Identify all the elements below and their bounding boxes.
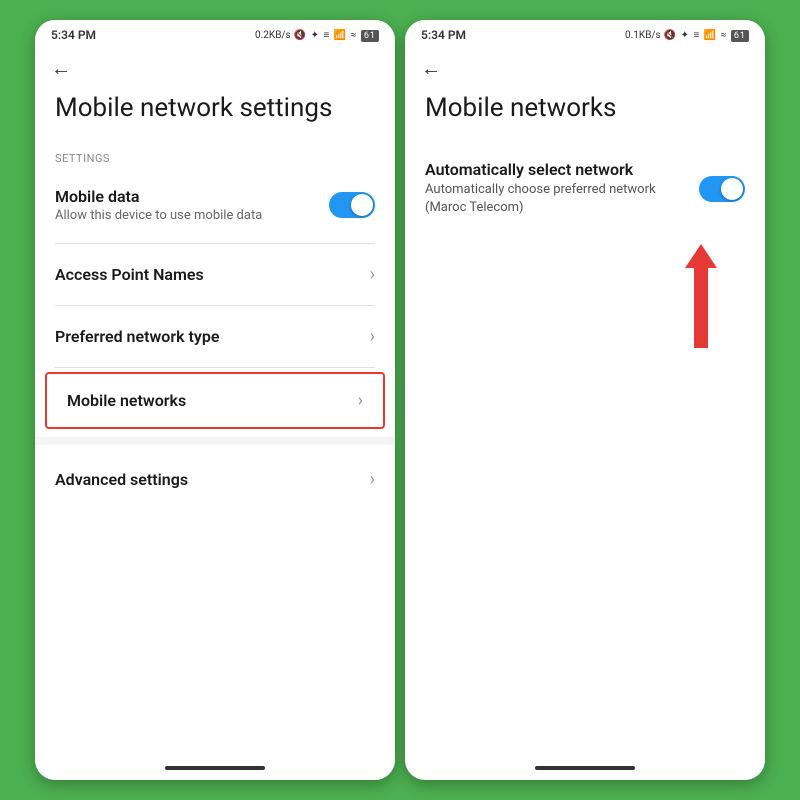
advanced-settings-title: Advanced settings (55, 470, 370, 489)
mobile-data-subtitle: Allow this device to use mobile data (55, 208, 329, 223)
red-arrow-up (685, 244, 717, 348)
access-point-names-chevron: › (370, 264, 375, 285)
mobile-networks-highlight-box: Mobile networks › (45, 372, 385, 429)
right-status-time: 5:34 PM (421, 28, 466, 42)
mobile-data-toggle[interactable] (329, 192, 375, 218)
left-status-bar: 5:34 PM 0.2KB/s 🔇 ✦ ≡ 📶 ≈ 61 (35, 20, 395, 46)
right-signal-icons: 🔇 ✦ ≡ 📶 ≈ 61 (664, 30, 749, 41)
arrow-container (405, 234, 765, 348)
preferred-network-type-title: Preferred network type (55, 327, 370, 346)
left-home-indicator (165, 766, 265, 770)
preferred-network-type-content: Preferred network type (55, 327, 370, 346)
mobile-data-content: Mobile data Allow this device to use mob… (55, 187, 329, 223)
mobile-networks-item[interactable]: Mobile networks › (47, 374, 383, 427)
divider-3 (55, 367, 375, 368)
preferred-network-type-item[interactable]: Preferred network type › (35, 310, 395, 363)
mobile-data-item[interactable]: Mobile data Allow this device to use mob… (35, 171, 395, 239)
access-point-names-content: Access Point Names (55, 265, 370, 284)
mobile-data-title: Mobile data (55, 187, 329, 206)
mobile-networks-chevron: › (358, 390, 363, 411)
advanced-settings-chevron: › (370, 469, 375, 490)
right-status-icons: 0.1KB/s 🔇 ✦ ≡ 📶 ≈ 61 (625, 30, 749, 41)
mobile-networks-title: Mobile networks (67, 391, 358, 410)
divider-1 (55, 243, 375, 244)
auto-select-network-toggle[interactable] (699, 176, 745, 202)
right-screen-title: Mobile networks (405, 85, 765, 144)
right-status-bar: 5:34 PM 0.1KB/s 🔇 ✦ ≡ 📶 ≈ 61 (405, 20, 765, 46)
left-status-time: 5:34 PM (51, 28, 96, 42)
auto-select-network-subtitle: Automatically choose preferred network (… (425, 181, 687, 217)
mobile-networks-content: Mobile networks (67, 391, 358, 410)
left-phone-screen: 5:34 PM 0.2KB/s 🔇 ✦ ≡ 📶 ≈ 61 ← Mobile ne… (35, 20, 395, 780)
advanced-settings-item[interactable]: Advanced settings › (35, 453, 395, 506)
left-back-button[interactable]: ← (35, 46, 395, 85)
left-signal-icons: 🔇 ✦ ≡ 📶 ≈ 61 (294, 30, 379, 41)
access-point-names-title: Access Point Names (55, 265, 370, 284)
access-point-names-item[interactable]: Access Point Names › (35, 248, 395, 301)
settings-section-label: SETTINGS (35, 144, 395, 171)
advanced-settings-content: Advanced settings (55, 470, 370, 489)
arrow-shaft (694, 268, 708, 348)
thick-divider (35, 437, 395, 445)
right-speed-indicator: 0.1KB/s (625, 30, 661, 41)
left-status-icons: 0.2KB/s 🔇 ✦ ≡ 📶 ≈ 61 (255, 30, 379, 41)
arrow-head (685, 244, 717, 268)
divider-2 (55, 305, 375, 306)
auto-select-network-content: Automatically select network Automatical… (425, 160, 687, 217)
right-phone-screen: 5:34 PM 0.1KB/s 🔇 ✦ ≡ 📶 ≈ 61 ← Mobile ne… (405, 20, 765, 780)
auto-select-network-title: Automatically select network (425, 160, 687, 179)
mobile-data-toggle-knob (351, 194, 373, 216)
right-home-indicator (535, 766, 635, 770)
left-speed-indicator: 0.2KB/s (255, 30, 291, 41)
auto-select-network-item[interactable]: Automatically select network Automatical… (405, 144, 765, 233)
preferred-network-type-chevron: › (370, 326, 375, 347)
auto-select-network-toggle-knob (721, 178, 743, 200)
left-screen-title: Mobile network settings (35, 85, 395, 144)
right-back-button[interactable]: ← (405, 46, 765, 85)
